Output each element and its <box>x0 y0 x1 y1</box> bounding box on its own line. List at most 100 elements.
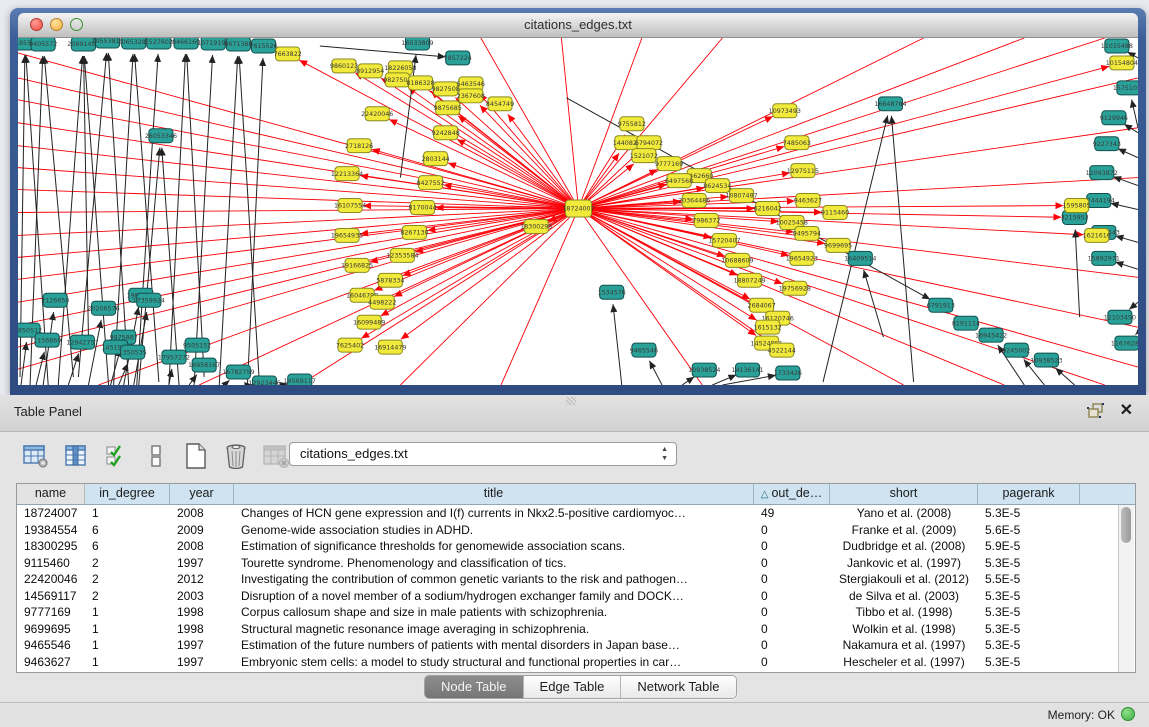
network-node[interactable]: 12353584 <box>386 248 418 262</box>
network-node[interactable]: 12093872 <box>1086 166 1118 180</box>
table-cell[interactable]: Stergiakouli et al. (2012) <box>830 571 978 588</box>
network-node[interactable]: 18724007 <box>562 200 594 217</box>
memory-ok-indicator[interactable] <box>1121 707 1135 721</box>
network-node[interactable]: 4522144 <box>768 343 796 357</box>
network-node[interactable]: 9242848 <box>432 126 460 140</box>
network-node[interactable]: 15751074 <box>1113 81 1138 95</box>
network-node[interactable]: 14136141 <box>731 363 763 377</box>
network-node[interactable]: 9405572 <box>29 38 57 51</box>
network-node[interactable]: 16107554 <box>334 199 366 213</box>
table-cell[interactable]: Disruption of a novel member of a sodium… <box>234 588 754 605</box>
table-cell[interactable]: 1 <box>85 604 170 621</box>
network-node[interactable]: 10688609 <box>721 253 753 267</box>
table-cell[interactable]: 0 <box>754 637 830 654</box>
select-rows-check-icon[interactable] <box>102 442 130 470</box>
network-node[interactable]: 9777169 <box>655 157 683 171</box>
network-node[interactable]: 1350535 <box>119 345 147 359</box>
network-node[interactable]: 16782759 <box>222 365 254 379</box>
network-node[interactable]: 10807487 <box>725 189 757 203</box>
table-cell[interactable]: 1997 <box>170 637 234 654</box>
network-node[interactable]: 1534576 <box>598 285 626 299</box>
network-node[interactable]: 2367608 <box>457 89 485 103</box>
table-cell[interactable]: 9463627 <box>17 654 85 671</box>
network-node[interactable]: 19166825 <box>341 258 373 272</box>
table-cell[interactable]: Corpus callosum shape and size in male p… <box>234 604 754 621</box>
network-node[interactable]: 9699695 <box>824 238 852 252</box>
new-table-icon[interactable] <box>182 442 210 470</box>
table-cell[interactable]: Dudbridge et al. (2008) <box>830 538 978 555</box>
table-row[interactable]: 946554611997Estimation of the future num… <box>17 637 1135 654</box>
table-cell[interactable]: 5.3E-5 <box>978 604 1080 621</box>
network-node[interactable]: 2684067 <box>748 298 776 312</box>
network-node[interactable]: 4498222 <box>368 295 396 309</box>
network-node[interactable]: 16914479 <box>374 340 406 354</box>
table-cell[interactable]: 18300295 <box>17 538 85 555</box>
network-node[interactable]: 9465546 <box>630 343 658 357</box>
network-node[interactable]: 8466160 <box>172 38 200 49</box>
table-cell[interactable]: Tourette syndrome. Phenomenology and cla… <box>234 555 754 572</box>
network-node[interactable]: 9495794 <box>793 226 821 240</box>
network-node[interactable]: 6497568 <box>665 174 693 188</box>
network-node[interactable]: 19654935 <box>331 228 363 242</box>
table-cell[interactable]: 0 <box>754 604 830 621</box>
network-node[interactable]: 16033809 <box>401 38 433 50</box>
network-node[interactable]: 9755812 <box>618 117 646 131</box>
table-row[interactable]: 1938455462009Genome-wide association stu… <box>17 522 1135 539</box>
network-node[interactable]: 2126650 <box>41 293 69 307</box>
table-cell[interactable]: 19384554 <box>17 522 85 539</box>
network-node[interactable]: 12942757 <box>66 335 98 349</box>
table-cell[interactable]: 5.5E-5 <box>978 571 1080 588</box>
table-cell[interactable]: 1997 <box>170 654 234 671</box>
table-cell[interactable]: Estimation of the future numbers of pati… <box>234 637 754 654</box>
column-header-name[interactable]: name <box>17 484 85 504</box>
network-node[interactable]: 10154804 <box>1106 56 1138 70</box>
table-cell[interactable]: 6 <box>85 522 170 539</box>
network-node[interactable]: 19654923 <box>786 251 818 265</box>
table-cell[interactable]: 0 <box>754 538 830 555</box>
network-node[interactable]: 9129946 <box>1100 111 1128 125</box>
table-cell[interactable]: Changes of HCN gene expression and I(f) … <box>234 505 754 522</box>
table-cell[interactable]: 0 <box>754 522 830 539</box>
network-node[interactable]: 16409514 <box>844 251 876 265</box>
table-select-dropdown[interactable]: citations_edges.txt ▲▼ <box>289 442 677 466</box>
table-cell[interactable]: 14569117 <box>17 588 85 605</box>
table-cell[interactable]: 1 <box>85 637 170 654</box>
table-cell[interactable]: 5.3E-5 <box>978 555 1080 572</box>
close-panel-icon[interactable]: ✕ <box>1120 401 1133 421</box>
network-node[interactable]: 16099489 <box>353 315 385 329</box>
table-cell[interactable]: 0 <box>754 654 830 671</box>
network-node[interactable]: 9505152 <box>183 338 211 352</box>
network-node[interactable]: 1527602 <box>145 38 173 49</box>
table-cell[interactable]: Tibbo et al. (1998) <box>830 604 978 621</box>
table-cell[interactable]: 9115460 <box>17 555 85 572</box>
table-cell[interactable]: 5.3E-5 <box>978 621 1080 638</box>
network-node[interactable]: 9245002 <box>1002 343 1030 357</box>
network-node[interactable]: 12923446 <box>248 376 280 385</box>
column-header-out_de[interactable]: △out_de… <box>754 484 830 504</box>
table-cell[interactable]: 2003 <box>170 588 234 605</box>
network-node[interactable]: 15892971 <box>1088 251 1120 265</box>
network-node[interactable]: 10938523 <box>1030 353 1062 367</box>
table-cell[interactable]: 5.3E-5 <box>978 637 1080 654</box>
network-node[interactable]: 8671388 <box>224 38 252 51</box>
network-node[interactable]: 8186328 <box>406 76 434 90</box>
table-cell[interactable]: 2009 <box>170 522 234 539</box>
table-cell[interactable]: 1997 <box>170 555 234 572</box>
network-node[interactable]: 1621616 <box>1083 228 1111 242</box>
table-row[interactable]: 911546021997Tourette syndrome. Phenomeno… <box>17 555 1135 572</box>
network-canvas[interactable]: 2185538940557220691406105538191065328715… <box>18 38 1138 385</box>
table-row[interactable]: 969969511998Structural magnetic resonanc… <box>17 621 1135 638</box>
network-node[interactable]: 7485063 <box>783 136 811 150</box>
scrollbar-thumb[interactable] <box>1121 507 1131 543</box>
table-cell[interactable]: Hescheler et al. (1997) <box>830 654 978 671</box>
network-node[interactable]: 14569117 <box>284 374 316 385</box>
table-row[interactable]: 1872400712008Changes of HCN gene express… <box>17 505 1135 522</box>
network-node[interactable]: 11015488 <box>1101 39 1133 53</box>
column-header-title[interactable]: title <box>234 484 754 504</box>
table-cell[interactable]: 9777169 <box>17 604 85 621</box>
network-node[interactable]: 18300295 <box>520 219 552 233</box>
network-node[interactable]: 20206576 <box>87 301 119 315</box>
network-node[interactable]: 9875685 <box>434 101 462 115</box>
table-cell[interactable]: Investigating the contribution of common… <box>234 571 754 588</box>
network-node[interactable]: 15720407 <box>708 233 740 247</box>
